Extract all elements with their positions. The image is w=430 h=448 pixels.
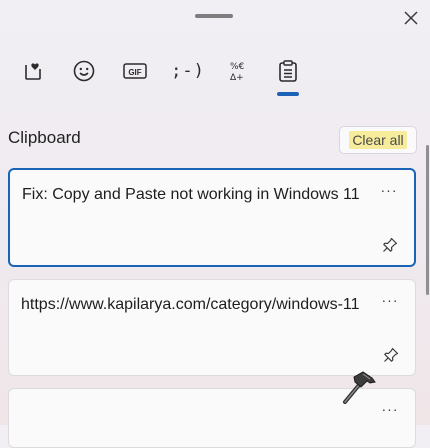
tab-symbols[interactable]: %€ Δ+ [222,54,256,88]
kaomoji-favorites-icon [25,63,41,80]
tab-gif[interactable]: GIF [118,54,152,88]
more-icon: ··· [380,182,398,198]
close-icon [404,11,418,25]
kaomoji-icon: ;-) [171,61,205,81]
clipboard-item[interactable]: Fix: Copy and Paste not working in Windo… [8,168,416,267]
clear-all-button[interactable]: Clear all [339,126,417,154]
tab-clipboard[interactable] [271,54,305,88]
symbols-icon: %€ Δ+ [230,62,245,83]
clipboard-item[interactable]: https://www.kapilarya.com/category/windo… [8,279,416,376]
emoji-smiley-icon [73,60,95,82]
gif-icon: GIF [123,63,147,79]
tab-emoji[interactable] [67,54,101,88]
pin-icon [384,347,399,362]
svg-text:%€: %€ [230,62,245,72]
svg-text:Δ+: Δ+ [230,73,244,83]
scrollbar[interactable] [426,145,429,295]
more-options-button[interactable]: ··· [379,401,401,417]
hammer-cursor-icon [343,371,376,404]
drag-handle[interactable] [195,14,233,18]
clipboard-icon [279,60,297,82]
clear-all-label: Clear all [349,131,407,149]
clipboard-item-text: https://www.kapilarya.com/category/windo… [21,296,360,313]
more-icon: ··· [381,292,399,308]
more-options-button[interactable]: ··· [378,182,400,198]
tab-kaomoji[interactable]: ;-) [169,54,207,88]
pin-icon [383,237,398,252]
gif-label: GIF [128,68,141,77]
pin-button[interactable] [381,345,401,365]
more-icon: ··· [381,401,399,417]
pin-button[interactable] [380,235,400,255]
more-options-button[interactable]: ··· [379,292,401,308]
clipboard-item-text: Fix: Copy and Paste not working in Windo… [22,186,360,203]
active-tab-indicator [277,92,299,96]
close-button[interactable] [400,7,422,29]
clipboard-title: Clipboard [8,128,81,147]
tab-favorites[interactable] [16,54,50,88]
